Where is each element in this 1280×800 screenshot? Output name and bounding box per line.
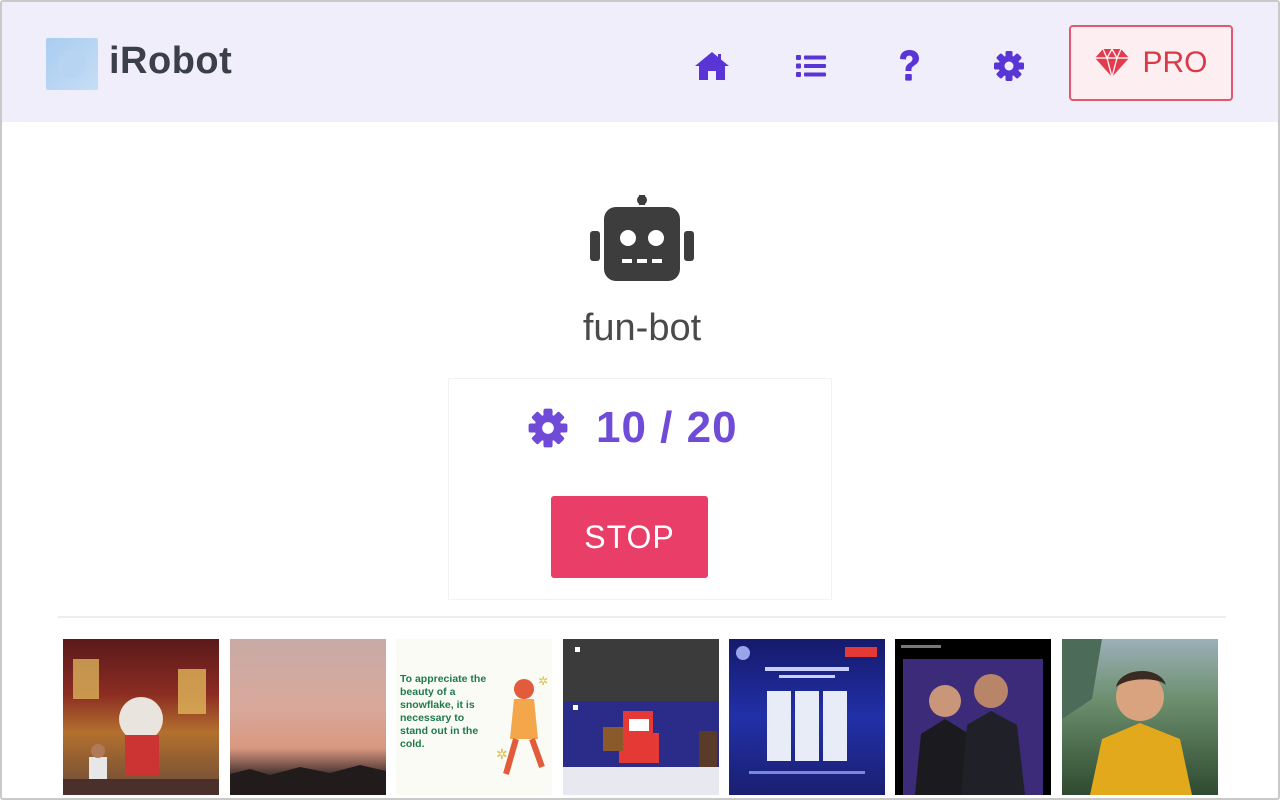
settings-button[interactable] bbox=[989, 46, 1029, 86]
extension-popup: iRobot PRO fun-bot 10 / 20 STOP To appre… bbox=[0, 0, 1280, 800]
top-bar: iRobot PRO bbox=[2, 2, 1278, 122]
progress-counter: 10 / 20 bbox=[526, 398, 738, 458]
list-icon bbox=[796, 55, 826, 77]
thumbnail-3[interactable]: To appreciate the beauty of a snowflake,… bbox=[396, 639, 552, 795]
svg-text:✲: ✲ bbox=[538, 674, 548, 688]
pro-label: PRO bbox=[1142, 46, 1208, 79]
pro-upgrade-button[interactable]: PRO bbox=[1069, 25, 1233, 101]
thumbnail-7-image bbox=[1062, 639, 1192, 795]
thumbnail-2[interactable] bbox=[230, 639, 386, 795]
svg-text:✲: ✲ bbox=[496, 747, 508, 763]
thumbnail-4[interactable] bbox=[563, 639, 719, 795]
thumbnail-5-image bbox=[736, 646, 877, 774]
thumbnail-7[interactable] bbox=[1062, 639, 1218, 795]
skater-illustration: ✲ ✲ bbox=[496, 674, 548, 775]
brand-name: iRobot bbox=[109, 40, 233, 82]
settings-icon bbox=[994, 51, 1024, 81]
progress-count: 10 / 20 bbox=[596, 403, 738, 452]
logo-image bbox=[46, 38, 98, 90]
robot-icon bbox=[590, 195, 694, 281]
gear-icon bbox=[528, 408, 568, 448]
thumbnail-6-image bbox=[901, 645, 1043, 795]
thumbnail-6[interactable] bbox=[895, 639, 1051, 795]
thumbnail-1[interactable] bbox=[63, 639, 219, 795]
gem-icon bbox=[1095, 48, 1130, 78]
help-icon bbox=[900, 50, 919, 81]
home-icon bbox=[695, 52, 729, 80]
list-button[interactable] bbox=[791, 46, 831, 86]
thumbnail-5[interactable] bbox=[729, 639, 885, 795]
bot-name: fun-bot bbox=[582, 307, 702, 349]
home-button[interactable] bbox=[692, 46, 732, 86]
divider bbox=[58, 616, 1226, 618]
stop-button[interactable]: STOP bbox=[551, 496, 708, 578]
help-button[interactable] bbox=[889, 46, 929, 86]
thumbnail-4-image bbox=[563, 647, 719, 795]
thumbnail-1-image bbox=[63, 659, 219, 795]
thumbnail-2-image bbox=[230, 765, 386, 795]
